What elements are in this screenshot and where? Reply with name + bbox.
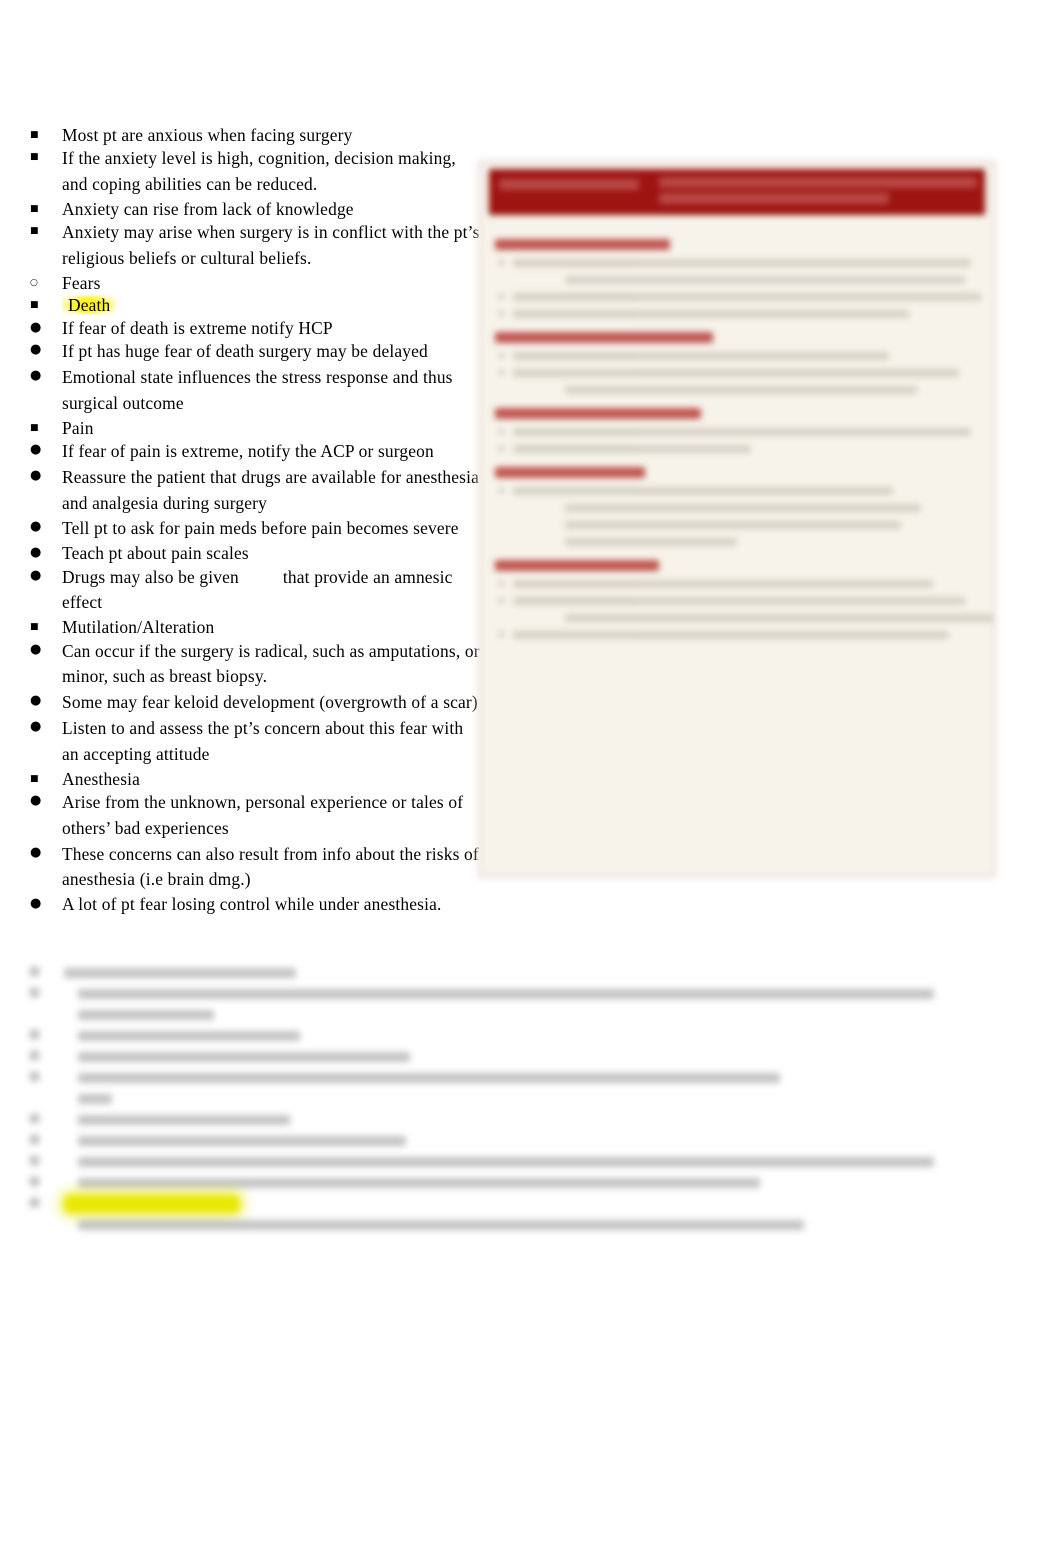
square-bullet-icon: ■ [30, 152, 39, 163]
list-item-label: A lot of pt fear losing control while un… [62, 894, 442, 915]
list-item: ● These concerns can also result from in… [30, 842, 482, 894]
list-item-pain: ■ Pain [30, 417, 482, 439]
figure-section-heading [495, 408, 701, 419]
list-item-label: If fear of pain is extreme, notify the A… [62, 441, 434, 462]
list-item-label: Drugs may also be given that provide an a… [62, 565, 482, 617]
list-item-mutilation: ■ Mutilation/Alteration [30, 616, 482, 638]
highlight-blurred [64, 1195, 240, 1213]
list-item-label: If pt has huge fear of death surgery may… [62, 341, 428, 362]
blurred-row [26, 1068, 926, 1089]
list-item: ● Can occur if the surgery is radical, s… [30, 639, 482, 691]
blurred-row [26, 1026, 926, 1047]
list-item-label: Tell pt to ask for pain meds before pain… [62, 518, 459, 539]
list-item: ● Tell pt to ask for pain meds before pa… [30, 516, 482, 542]
list-item-label: Mutilation/Alteration [62, 617, 215, 638]
list-item-label: Teach pt about pain scales [62, 543, 249, 564]
document-page: ■ Most pt are anxious when facing surger… [0, 0, 1062, 1556]
blurred-row [26, 1005, 926, 1026]
list-item-label: Reassure the patient that drugs are avai… [62, 466, 480, 513]
disc-bullet-icon: ● [30, 519, 42, 535]
disc-bullet-icon: ● [30, 719, 42, 734]
figure-section-heading [495, 467, 645, 478]
highlight-death: Death [62, 295, 117, 316]
list-item-label: Death [62, 294, 482, 316]
disc-bullet-icon: ● [30, 896, 42, 912]
figure-section-heading [495, 239, 670, 250]
list-item: ● If fear of death is extreme notify HCP [30, 317, 482, 339]
list-item: ● Arise from the unknown, personal exper… [30, 790, 482, 842]
disc-bullet-icon: ● [30, 545, 42, 561]
notes-outline: ■ Most pt are anxious when facing surger… [30, 124, 482, 916]
list-item: ● If fear of pain is extreme, notify the… [30, 439, 482, 465]
blurred-row [26, 963, 926, 984]
list-item-label: These concerns can also result from info… [62, 843, 479, 890]
blurred-row [26, 984, 934, 1005]
list-item-label: Listen to and assess the pt’s concern ab… [62, 718, 464, 764]
figure-section-heading [495, 332, 713, 343]
list-item-label: Pain [62, 417, 94, 438]
blurred-row [26, 1173, 926, 1194]
disc-bullet-icon: ● [30, 467, 42, 483]
list-item-amnesic: ● Drugs may also be given that provide an… [30, 565, 482, 617]
circle-bullet-icon: ○ [30, 278, 39, 288]
list-item-label: Can occur if the surgery is radical, suc… [62, 640, 480, 687]
blurred-row [26, 1047, 926, 1068]
reference-figure-caption: blurred reference table image [481, 163, 482, 164]
list-item-death: ■ Death [30, 294, 482, 316]
square-bullet-icon: ■ [30, 130, 39, 140]
square-bullet-icon: ■ [30, 773, 39, 784]
list-item: ● Listen to and assess the pt’s concern … [30, 716, 482, 768]
disc-bullet-icon: ● [30, 567, 42, 583]
list-item: ■ Anxiety may arise when surgery is in c… [30, 220, 482, 272]
list-item-label: Most pt are anxious when facing surgery [62, 125, 353, 145]
blurred-row [26, 1131, 926, 1152]
reference-table-image: blurred reference table image [478, 160, 996, 878]
reference-figure-header [489, 169, 985, 215]
square-bullet-icon: ■ [30, 422, 39, 433]
blurred-row [26, 1152, 934, 1173]
figure-section-heading [495, 560, 659, 571]
disc-bullet-icon: ● [30, 442, 42, 458]
list-item: ● If pt has huge fear of death surgery m… [30, 339, 482, 365]
list-item-label-part-a: Drugs may also be given [62, 566, 239, 587]
disc-bullet-icon: ● [30, 368, 42, 384]
list-item-label: Anesthesia [62, 768, 141, 789]
list-item: ● Some may fear keloid development (over… [30, 690, 482, 716]
list-item-label: Anxiety can rise from lack of knowledge [62, 199, 354, 219]
list-item-label: Anxiety may arise when surgery is in con… [62, 222, 480, 269]
blurred-notes-section: out-of-focus continuation of outline not… [26, 963, 934, 1253]
list-item-label: If fear of death is extreme notify HCP [62, 317, 333, 338]
list-item-anesthesia: ■ Anesthesia [30, 768, 482, 790]
disc-bullet-icon: ● [30, 793, 42, 808]
list-item-label: Fears [62, 273, 101, 293]
square-bullet-icon: ■ [30, 622, 39, 633]
disc-bullet-icon: ● [30, 319, 42, 335]
square-bullet-icon: ■ [30, 226, 39, 237]
list-item: ● Teach pt about pain scales [30, 542, 482, 564]
list-item: ■ If the anxiety level is high, cognitio… [30, 146, 482, 198]
list-item-fears: ○ Fears [30, 272, 482, 294]
blurred-row [26, 1110, 926, 1131]
list-item: ■ Most pt are anxious when facing surger… [30, 124, 482, 146]
reference-figure-body [481, 215, 993, 639]
blurred-row [26, 1215, 926, 1236]
list-item-label: Emotional state influences the stress re… [62, 367, 453, 413]
disc-bullet-icon: ● [30, 641, 42, 657]
disc-bullet-icon: ● [30, 693, 42, 709]
list-item-label: If the anxiety level is high, cognition,… [62, 148, 456, 195]
list-item-label: Arise from the unknown, personal experie… [62, 792, 464, 838]
blurred-row-highlighted [26, 1194, 926, 1215]
list-item: ● A lot of pt fear losing control while … [30, 893, 532, 915]
blurred-row [26, 1089, 926, 1110]
list-item: ● Reassure the patient that drugs are av… [30, 465, 482, 517]
list-item: ● Emotional state influences the stress … [30, 365, 482, 417]
disc-bullet-icon: ● [30, 844, 42, 860]
square-bullet-icon: ■ [30, 300, 39, 311]
list-item-label: Some may fear keloid development (overgr… [62, 692, 478, 713]
list-item: ■ Anxiety can rise from lack of knowledg… [30, 198, 482, 220]
square-bullet-icon: ■ [30, 204, 39, 214]
disc-bullet-icon: ● [30, 342, 42, 358]
